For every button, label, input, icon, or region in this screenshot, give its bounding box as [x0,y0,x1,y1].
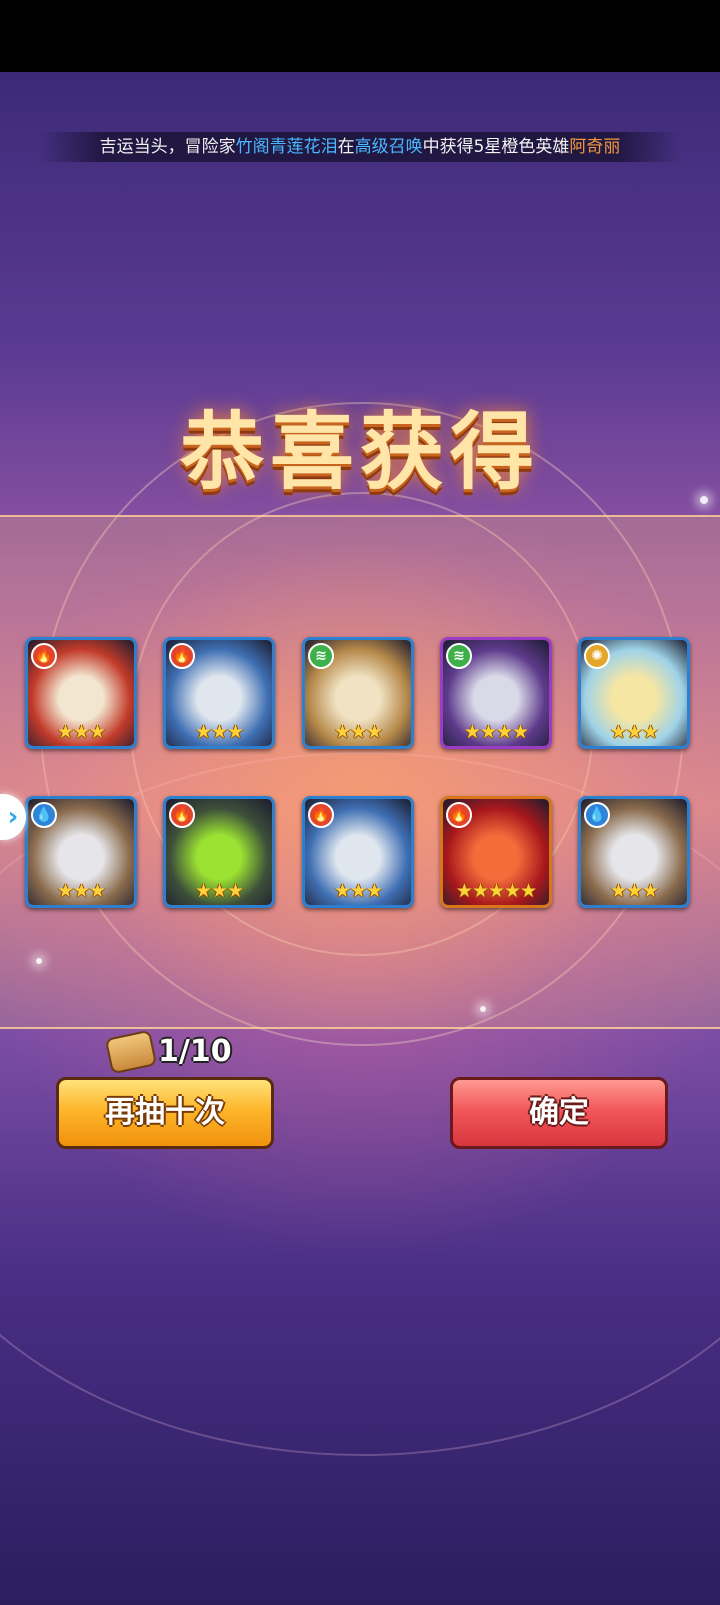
announcement-pool: 高级召唤 [354,137,423,157]
star-rating: ★★★★★ [455,880,537,902]
hero-card-white-werewolf[interactable]: 🔥 ★★★ [163,637,275,749]
scroll-icon [104,1029,158,1075]
hero-card-blonde-elf[interactable]: ✺ ★★★ [578,637,690,749]
hero-card-silver-elf[interactable]: 💧 ★★★ [578,796,690,908]
summon-counter: 1/10 [104,1029,258,1075]
star-rating: ★★★ [333,880,383,902]
star-rating: ★★★ [56,721,106,743]
announcement-hero: 阿奇丽 [569,137,621,157]
fire-element-icon: 🔥 [169,643,195,669]
star-rating: ★★★★ [463,721,529,743]
star-rating: ★★★ [609,880,659,902]
star-rating: ★★★ [194,721,244,743]
announcement-prefix: 吉运当头，冒险家 [99,137,236,157]
confirm-button[interactable]: 确定 [450,1077,668,1149]
announcement-mid2: 中获得5星橙色英雄 [422,137,570,157]
sparkle [480,1006,486,1012]
star-rating: ★★★ [194,880,244,902]
result-band [0,515,720,1029]
fire-element-icon: 🔥 [308,802,334,828]
hero-card-red-haired-heroine[interactable]: 🔥 ★★★★★ [440,796,552,908]
announcement-player: 竹阁青莲花泪 [235,137,338,157]
announcement-ticker: 吉运当头，冒险家竹阁青莲花泪在高级召唤中获得5星橙色英雄阿奇丽 [40,132,680,162]
fire-element-icon: 🔥 [31,643,57,669]
water-element-icon: 💧 [584,802,610,828]
light-element-icon: ✺ [584,643,610,669]
hero-card-stone-golem[interactable]: 🔥 ★★★ [163,796,275,908]
hero-card-eagle-warrior[interactable]: ≋ ★★★ [302,637,414,749]
summon-count-text: 1/10 [158,1034,232,1069]
sparkle [36,958,42,964]
wind-element-icon: ≋ [308,643,334,669]
star-rating: ★★★ [609,721,659,743]
summon-again-button[interactable]: 再抽十次 [56,1077,274,1149]
star-rating: ★★★ [56,880,106,902]
hero-card-old-sage[interactable]: ≋ ★★★★ [440,637,552,749]
fire-element-icon: 🔥 [169,802,195,828]
hero-card-silver-elf[interactable]: 💧 ★★★ [25,796,137,908]
wind-element-icon: ≋ [446,643,472,669]
announcement-mid1: 在 [337,137,355,157]
hero-card-white-werewolf[interactable]: 🔥 ★★★ [302,796,414,908]
status-bar [0,0,720,72]
water-element-icon: 💧 [31,802,57,828]
hero-card-dwarf-warrior[interactable]: 🔥 ★★★ [25,637,137,749]
fire-element-icon: 🔥 [446,802,472,828]
star-rating: ★★★ [333,721,383,743]
congrats-title: 恭喜获得 [179,403,540,501]
